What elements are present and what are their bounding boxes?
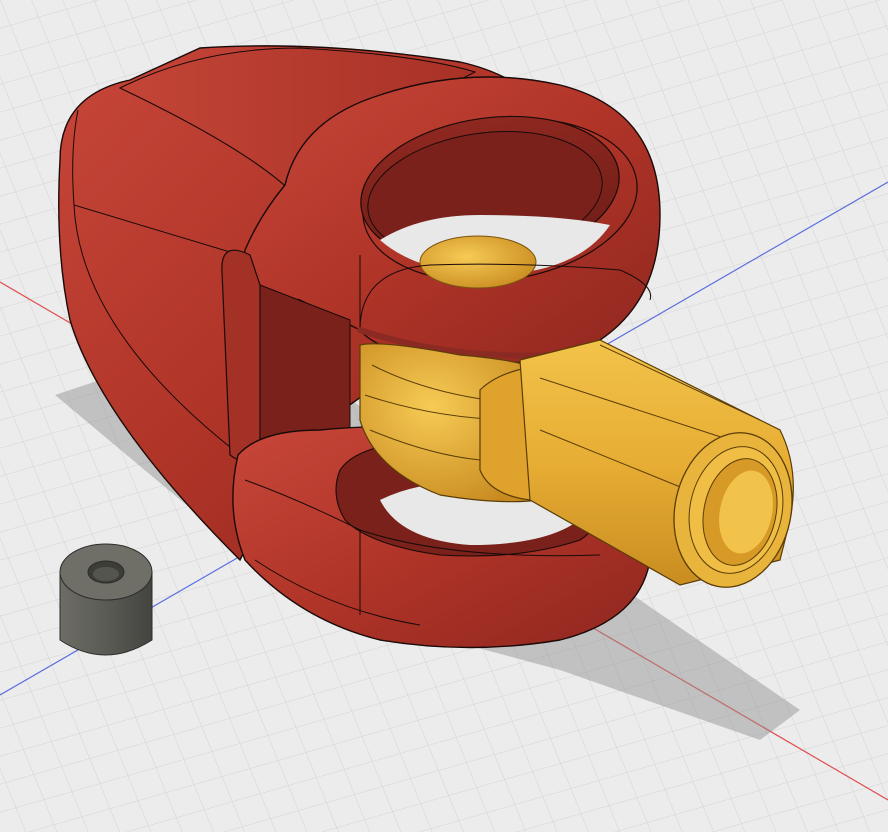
viewport-canvas[interactable] [0,0,888,832]
cad-viewport[interactable] [0,0,888,832]
spacer-part[interactable] [59,543,153,656]
